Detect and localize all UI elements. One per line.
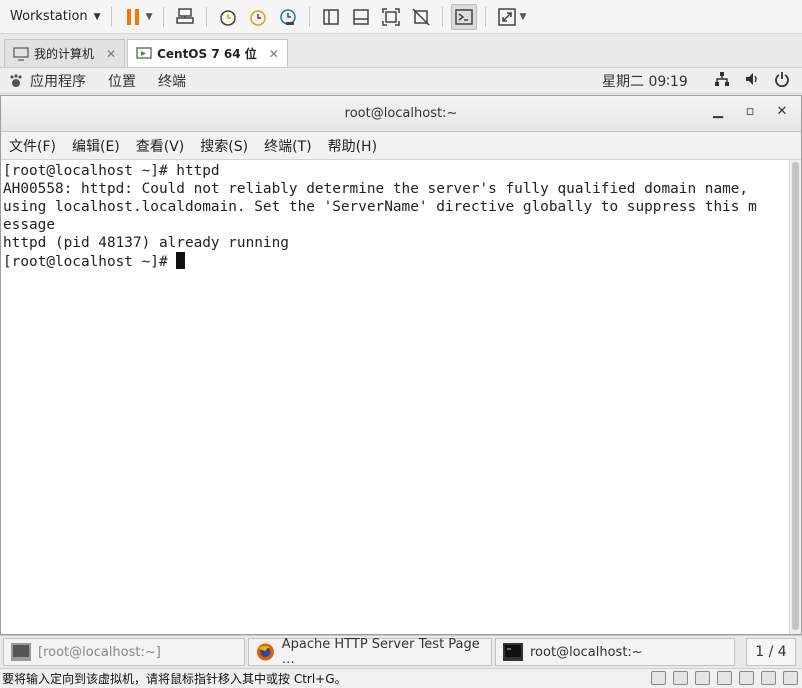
terminal-line: AH00558: httpd: Could not reliably deter… [3, 181, 749, 197]
menu-edit[interactable]: 编辑(E) [72, 136, 120, 156]
pause-dropdown-icon[interactable]: ▼ [146, 12, 153, 22]
network-computer-icon [175, 7, 194, 24]
toolbar-divider [110, 6, 112, 27]
show-thumbnail-bar-button[interactable] [348, 4, 374, 30]
display-icon[interactable] [783, 671, 798, 685]
computer-icon [13, 46, 29, 61]
running-vm-icon [136, 46, 152, 59]
hard-disk-icon[interactable] [651, 671, 666, 685]
terminal-line: essage [3, 217, 55, 233]
vm-tab-strip: 我的计算机 ✕ CentOS 7 64 位 ✕ [0, 34, 802, 68]
snapshot-button[interactable] [215, 4, 241, 30]
window-list-bar: [root@localhost:~] Apache HTTP Server Te… [0, 635, 802, 668]
task-label: Apache HTTP Server Test Page … [281, 637, 480, 667]
clock[interactable]: 星期二 09∶19 [602, 71, 688, 91]
firefox-icon [256, 643, 274, 661]
full-screen-button[interactable] [378, 4, 404, 30]
workspace-pager[interactable]: 1 / 4 [746, 638, 796, 666]
task-label: [root@localhost:~] [38, 644, 161, 660]
tab-label: 我的计算机 [34, 47, 95, 61]
chevron-down-icon: ▼ [93, 11, 101, 22]
terminal-text: [root@localhost ~]# httpd AH00558: httpd:… [3, 162, 757, 271]
bottom-panel-layout-icon [352, 8, 369, 25]
close-button[interactable]: ✕ [773, 104, 791, 119]
gnome-foot-icon [10, 73, 22, 87]
cd-dvd-icon[interactable] [673, 671, 688, 685]
usb-icon[interactable] [695, 671, 710, 685]
vmware-status-bar: 要将输入定向到该虚拟机，请将鼠标指针移入其中或按 Ctrl+G。 [0, 668, 802, 688]
scrollbar-thumb[interactable] [792, 162, 799, 630]
applications-menu[interactable]: 应用程序 [30, 71, 86, 91]
terminal-icon [11, 643, 31, 661]
workstation-menu-label: Workstation [10, 9, 88, 24]
console-prompt-icon [454, 8, 473, 25]
menu-terminal[interactable]: 终端(T) [264, 136, 311, 156]
terminal-line: [root@localhost ~]# httpd [3, 163, 220, 179]
terminal-line: httpd (pid 48137) already running [3, 235, 289, 251]
prompt: [root@localhost ~]# [3, 254, 177, 270]
stretch-guest-button[interactable] [494, 4, 520, 30]
toolbar-divider [484, 6, 486, 27]
volume-icon [746, 73, 757, 85]
device-icons [651, 671, 798, 685]
snapshot-manager-button[interactable] [275, 4, 301, 30]
toolbar-divider [205, 6, 207, 27]
toolbar-divider [308, 6, 310, 27]
task-firefox[interactable]: Apache HTTP Server Test Page … [248, 637, 492, 667]
unity-disabled-icon [411, 7, 430, 26]
tab-my-computer[interactable]: 我的计算机 ✕ [4, 39, 126, 67]
maximize-button[interactable]: ▫ [741, 104, 759, 119]
task-terminal-active[interactable]: root@localhost:~ [495, 638, 735, 666]
revert-snapshot-button[interactable] [245, 4, 271, 30]
system-menu[interactable] [714, 71, 790, 87]
sidebar-layout-icon [322, 8, 339, 25]
fullscreen-frame-icon [381, 7, 400, 26]
text-cursor [176, 252, 186, 269]
menu-help[interactable]: 帮助(H) [328, 136, 377, 156]
terminal-line: using localhost.localdomain. Set the 'Se… [3, 199, 757, 215]
close-icon[interactable]: ✕ [106, 47, 116, 61]
terminal-output[interactable]: [root@localhost ~]# httpd AH00558: httpd:… [1, 160, 801, 634]
pause-button[interactable] [120, 4, 146, 30]
unity-mode-button[interactable] [408, 4, 434, 30]
menu-file[interactable]: 文件(F) [9, 136, 56, 156]
network-icon [715, 72, 729, 86]
send-ctrl-alt-del-button[interactable] [172, 4, 198, 30]
menu-search[interactable]: 搜索(S) [200, 136, 248, 156]
printer-icon[interactable] [761, 671, 776, 685]
console-view-button[interactable] [450, 3, 477, 30]
stretch-arrows-icon [497, 7, 516, 26]
terminal-menubar: 文件(F) 编辑(E) 查看(V) 搜索(S) 终端(T) 帮助(H) [1, 132, 801, 160]
task-terminal-minimized[interactable]: [root@localhost:~] [3, 638, 245, 666]
power-icon [775, 72, 789, 87]
stretch-dropdown-icon[interactable]: ▼ [520, 12, 527, 22]
terminal-window: root@localhost:~ ▁ ▫ ✕ 文件(F) 编辑(E) 查看(V)… [0, 95, 802, 635]
terminal-icon [503, 643, 523, 661]
scrollbar[interactable] [789, 160, 801, 634]
workstation-toolbar: Workstation ▼ ▼ ▼ [0, 0, 802, 34]
snapshot-manager-icon [279, 8, 296, 25]
minimize-button[interactable]: ▁ [709, 104, 727, 119]
status-message: 要将输入定向到该虚拟机，请将鼠标指针移入其中或按 Ctrl+G。 [2, 672, 347, 686]
revert-clock-icon [249, 9, 266, 26]
sound-card-icon[interactable] [739, 671, 754, 685]
toolbar-divider [441, 6, 443, 27]
terminal-app-menu[interactable]: 终端 [158, 71, 186, 91]
tab-label: CentOS 7 64 位 [157, 47, 257, 61]
menu-view[interactable]: 查看(V) [136, 136, 185, 156]
gnome-top-bar: 应用程序 位置 终端 星期二 09∶19 [0, 68, 802, 94]
show-library-button[interactable] [318, 4, 344, 30]
workstation-menu[interactable]: Workstation ▼ [0, 0, 105, 33]
close-icon[interactable]: ✕ [269, 47, 279, 61]
places-menu[interactable]: 位置 [108, 71, 136, 91]
pause-icon [126, 8, 139, 25]
prompt-line: [root@localhost ~]# [3, 252, 757, 271]
tab-centos[interactable]: CentOS 7 64 位 ✕ [127, 39, 288, 67]
task-label: root@localhost:~ [530, 644, 643, 660]
snapshot-clock-icon [219, 9, 236, 26]
network-adapter-icon[interactable] [717, 671, 732, 685]
toolbar-divider [162, 6, 164, 27]
window-title: root@localhost:~ [344, 106, 458, 121]
terminal-titlebar[interactable]: root@localhost:~ ▁ ▫ ✕ [1, 96, 801, 132]
